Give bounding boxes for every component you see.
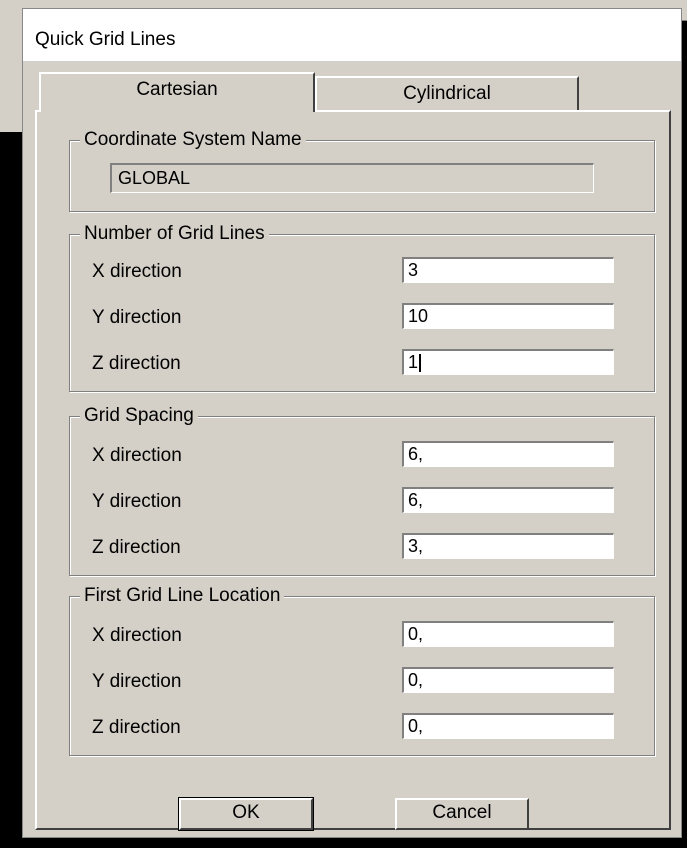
location-z-input[interactable]: 0, [402,713,614,739]
location-x-input[interactable]: 0, [402,621,614,647]
grid-lines-y-input[interactable]: 10 [402,303,614,329]
spacing-z-input[interactable]: 3, [402,533,614,559]
spacing-x-input[interactable]: 6, [402,441,614,467]
cancel-button[interactable]: Cancel [395,798,529,830]
grid-lines-y-label: Y direction [92,307,182,328]
grid-lines-z-input[interactable]: 1 [402,349,614,375]
spacing-x-label: X direction [92,445,182,466]
spacing-y-label: Y direction [92,491,182,512]
dialog-titlebar[interactable]: Quick Grid Lines [23,9,681,62]
spacing-y-input[interactable]: 6, [402,487,614,513]
location-y-input[interactable]: 0, [402,667,614,693]
grid-spacing-legend: Grid Spacing [80,405,198,427]
tab-cartesian[interactable]: Cartesian [39,72,315,112]
ok-button[interactable]: OK [178,797,314,831]
grid-spacing-group: Grid Spacing X direction 6, Y direction … [69,405,655,576]
grid-lines-z-label: Z direction [92,353,181,374]
number-of-grid-lines-group: Number of Grid Lines X direction 3 Y dir… [69,223,655,392]
first-grid-line-location-group: First Grid Line Location X direction 0, … [69,585,655,756]
coordinate-system-name-field: GLOBAL [110,163,594,193]
location-z-label: Z direction [92,717,181,738]
first-grid-line-location-legend: First Grid Line Location [80,585,285,607]
coordinate-system-legend: Coordinate System Name [80,129,306,151]
location-y-label: Y direction [92,671,182,692]
grid-lines-x-input[interactable]: 3 [402,257,614,283]
number-of-grid-lines-legend: Number of Grid Lines [80,223,269,245]
background-side-panel [0,20,23,132]
text-caret [419,354,422,373]
tab-cylindrical[interactable]: Cylindrical [315,76,579,112]
grid-lines-z-value: 1 [408,352,419,372]
tab-page-cartesian: Coordinate System Name GLOBAL Number of … [35,110,671,831]
coordinate-system-group: Coordinate System Name GLOBAL [69,129,655,212]
grid-lines-x-label: X direction [92,261,182,282]
dialog-body: Cartesian Cylindrical Coordinate System … [35,72,671,831]
dialog-title: Quick Grid Lines [35,29,176,50]
spacing-z-label: Z direction [92,537,181,558]
location-x-label: X direction [92,625,182,646]
quick-grid-lines-dialog: Quick Grid Lines Cartesian Cylindrical C… [22,8,682,838]
